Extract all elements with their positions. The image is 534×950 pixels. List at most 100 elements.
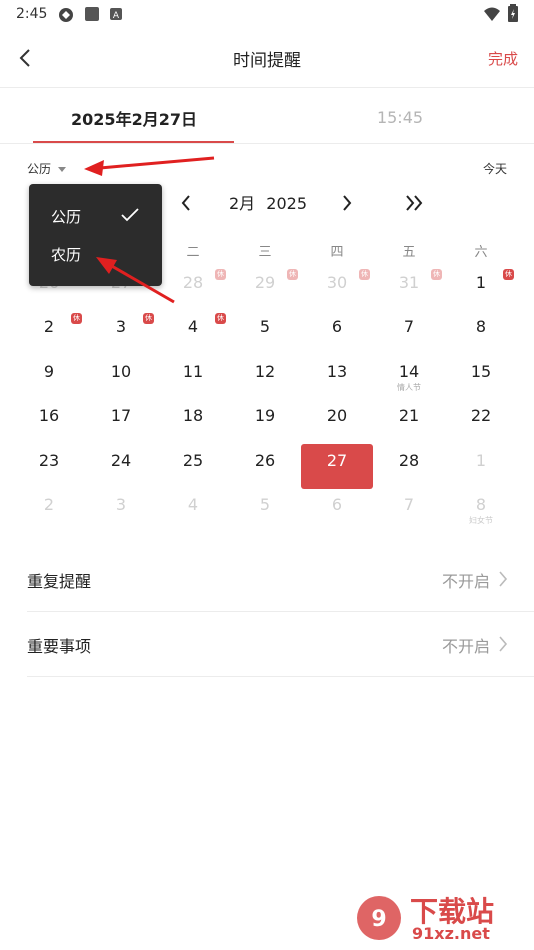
calendar-day[interactable]: 18: [157, 406, 229, 425]
calendar-day[interactable]: 26: [229, 451, 301, 470]
calendar-day[interactable]: 4: [157, 495, 229, 514]
watermark-logo: 9: [357, 896, 401, 940]
calendar-day[interactable]: 6: [301, 495, 373, 514]
calendar-day[interactable]: 8: [445, 317, 517, 336]
calendar-day[interactable]: 10: [85, 362, 157, 381]
day-number: 27: [326, 451, 348, 470]
day-number: 11: [182, 362, 204, 381]
calendar-day[interactable]: 30 休: [301, 269, 373, 292]
calendar-day[interactable]: 29 休: [229, 269, 301, 292]
day-number: 21: [398, 406, 420, 425]
year-text: 2025: [266, 194, 307, 213]
status-time: 2:45: [16, 6, 48, 22]
setting-row-repeat[interactable]: 重复提醒 不开启: [0, 555, 534, 611]
calendar-day[interactable]: 20: [301, 406, 373, 425]
app-notification-icon: [59, 8, 73, 22]
calendar-day[interactable]: 3: [85, 495, 157, 514]
rest-day-badge: 休: [71, 313, 82, 324]
day-number: 9: [43, 362, 55, 381]
holiday-label: 妇女节: [469, 516, 493, 525]
day-number: 4: [187, 495, 199, 514]
day-number: 10: [110, 362, 132, 381]
calendar-day[interactable]: 4休: [157, 313, 229, 336]
tab-time[interactable]: 15:45: [330, 108, 470, 127]
day-number: 24: [110, 451, 132, 470]
battery-icon: [508, 4, 518, 22]
rest-day-badge: 休: [287, 269, 298, 280]
done-button[interactable]: 完成: [488, 48, 518, 69]
menu-item-lunar[interactable]: 农历: [51, 244, 81, 265]
calendar-day[interactable]: 28: [373, 451, 445, 470]
calendar-day[interactable]: 15: [445, 362, 517, 381]
calendar-type-label: 公历: [27, 162, 52, 176]
prev-month-icon[interactable]: [180, 194, 192, 212]
day-number: 12: [254, 362, 276, 381]
next-month-icon[interactable]: [341, 194, 353, 212]
menu-item-label: 农历: [51, 246, 82, 264]
calendar-type-menu: 公历 农历: [29, 184, 162, 286]
weekday-label: 二: [186, 245, 200, 260]
calendar-day[interactable]: 1: [445, 451, 517, 470]
calendar-day[interactable]: 5: [229, 317, 301, 336]
next-year-icon[interactable]: [404, 194, 424, 212]
calendar-day[interactable]: 17: [85, 406, 157, 425]
day-number: 20: [326, 406, 348, 425]
day-number: 14: [398, 362, 420, 381]
a-notification-icon: A: [110, 8, 122, 21]
weekday-label: 四: [330, 245, 344, 260]
day-number: 13: [326, 362, 348, 381]
calendar-type-dropdown[interactable]: 公历: [27, 160, 66, 177]
tab-date[interactable]: 2025年2月27日: [34, 106, 234, 130]
calendar-day[interactable]: 19: [229, 406, 301, 425]
rest-day-badge: 休: [431, 269, 442, 280]
calendar-day[interactable]: 9: [13, 362, 85, 381]
menu-item-gregorian[interactable]: 公历: [51, 206, 81, 227]
rest-day-badge: 休: [503, 269, 514, 280]
today-button[interactable]: 今天: [483, 160, 507, 177]
arrow-to-dropdown: [84, 156, 215, 176]
calendar-day[interactable]: 8 妇女节: [445, 495, 517, 526]
calendar-day[interactable]: 5: [229, 495, 301, 514]
calendar-day[interactable]: 11: [157, 362, 229, 381]
calendar-day[interactable]: 6: [301, 317, 373, 336]
calendar-day[interactable]: 7: [373, 317, 445, 336]
calendar-day[interactable]: 12: [229, 362, 301, 381]
calendar-day[interactable]: 24: [85, 451, 157, 470]
dropdown-arrow-icon: [57, 166, 66, 172]
calendar-day[interactable]: 21: [373, 406, 445, 425]
watermark: 9 下载站 91xz.net: [354, 888, 524, 946]
calendar-day[interactable]: 7: [373, 495, 445, 514]
calendar-day[interactable]: 1休: [445, 269, 517, 292]
rest-day-badge: 休: [215, 313, 226, 324]
calendar-day[interactable]: 2: [13, 495, 85, 514]
calendar-day[interactable]: 2休: [13, 313, 85, 336]
nav-divider: [0, 87, 534, 88]
calendar-day[interactable]: 14 情人节: [373, 362, 445, 393]
calendar-day[interactable]: 28 休: [157, 269, 229, 292]
calendar-day[interactable]: 16: [13, 406, 85, 425]
calendar-day[interactable]: 13: [301, 362, 373, 381]
day-number: 3: [115, 495, 127, 514]
day-number: 22: [470, 406, 492, 425]
day-number: 1: [475, 451, 487, 470]
settings-divider: [27, 611, 534, 612]
watermark-url: 91xz.net: [412, 924, 490, 943]
day-number: 17: [110, 406, 132, 425]
calendar-day[interactable]: 3休: [85, 313, 157, 336]
page-title: 时间提醒: [233, 51, 301, 71]
setting-row-important[interactable]: 重要事项 不开启: [0, 620, 534, 676]
day-number: 7: [403, 317, 415, 336]
day-number: 18: [182, 406, 204, 425]
calendar-day[interactable]: 25: [157, 451, 229, 470]
calendar-day[interactable]: 22: [445, 406, 517, 425]
rest-day-badge: 休: [143, 313, 154, 324]
check-icon: [121, 208, 139, 222]
status-bar: 2:45 A: [0, 0, 534, 28]
chevron-right-icon: [499, 571, 508, 587]
weekday-label: 五: [402, 245, 416, 260]
calendar-day[interactable]: 23: [13, 451, 85, 470]
calendar-day-selected[interactable]: 27: [301, 451, 373, 470]
calendar-day[interactable]: 31 休: [373, 269, 445, 292]
square-notification-icon: [85, 7, 99, 21]
month-label: 2月 2025: [229, 190, 307, 214]
